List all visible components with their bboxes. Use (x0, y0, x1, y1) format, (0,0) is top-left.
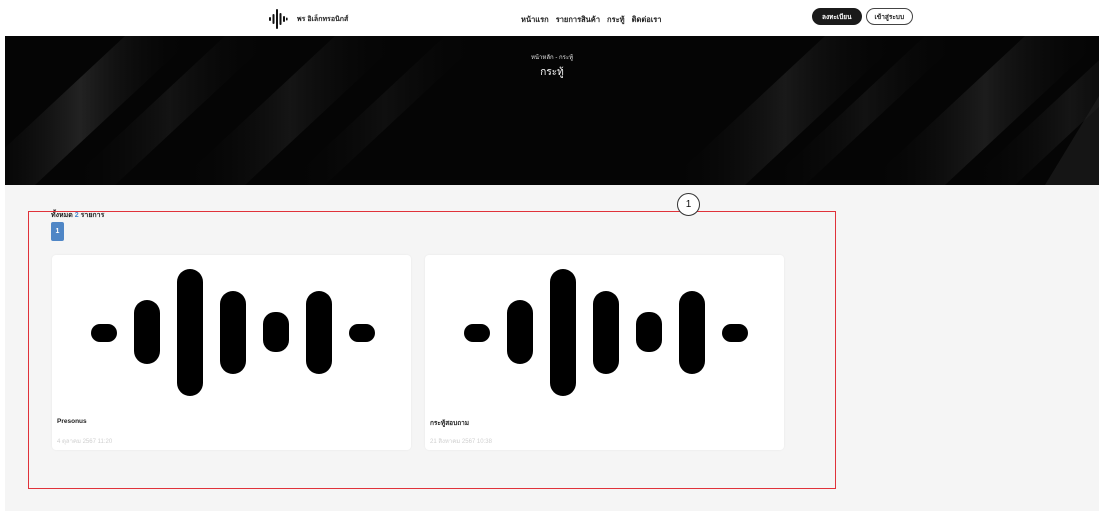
auth-buttons: ลงทะเบียน เข้าสู่ระบบ (812, 8, 914, 25)
nav-home[interactable]: หน้าแรก (521, 14, 549, 26)
nav-contact[interactable]: ติดต่อเรา (632, 14, 662, 26)
login-button[interactable]: เข้าสู่ระบบ (865, 8, 914, 25)
nav-products[interactable]: รายการสินค้า (556, 14, 600, 26)
breadcrumb: หน้าหลัก - กระทู้ (530, 55, 574, 61)
register-button[interactable]: ลงทะเบียน (812, 8, 862, 25)
annotation-highlight-box (28, 211, 836, 489)
brand[interactable]: พร อิเล็กทรอนิกส์ (268, 8, 348, 30)
waveform-logo-icon (269, 9, 288, 29)
top-navbar: พร อิเล็กทรอนิกส์ หน้าแรก รายการสินค้า ก… (0, 0, 1104, 36)
hero-banner: หน้าหลัก - กระทู้ กระทู้ (5, 36, 1099, 185)
page-title: กระทู้ (540, 67, 564, 78)
nav-board[interactable]: กระทู้ (607, 14, 625, 26)
main-nav: หน้าแรก รายการสินค้า กระทู้ ติดต่อเรา (521, 14, 662, 26)
brand-name: พร อิเล็กทรอนิกส์ (297, 15, 349, 23)
annotation-badge: 1 (677, 193, 700, 216)
